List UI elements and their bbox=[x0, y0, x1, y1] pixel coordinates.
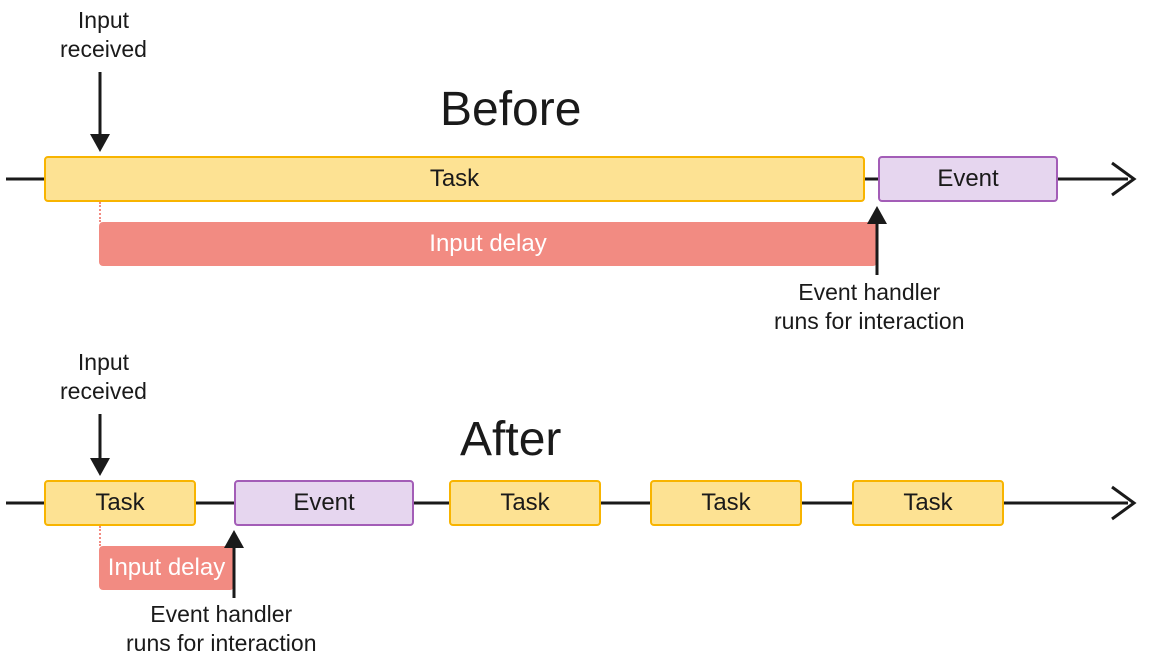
before-task-label: Task bbox=[430, 165, 479, 193]
after-task-box-3: Task bbox=[650, 480, 802, 526]
before-dotted-connector bbox=[99, 202, 101, 222]
after-input-received-label: Input received bbox=[60, 348, 147, 406]
diagram: { "before": { "title": "Before", "input_… bbox=[0, 0, 1155, 647]
after-task-label-3: Task bbox=[701, 489, 750, 517]
before-event-box: Event bbox=[878, 156, 1058, 202]
after-task-label-1: Task bbox=[95, 489, 144, 517]
before-event-label: Event bbox=[937, 165, 998, 193]
after-input-delay-box: Input delay bbox=[99, 546, 234, 590]
after-task-box-4: Task bbox=[852, 480, 1004, 526]
before-handler-caption: Event handler runs for interaction bbox=[774, 278, 964, 336]
after-event-label: Event bbox=[293, 489, 354, 517]
after-event-box: Event bbox=[234, 480, 414, 526]
before-input-received-label: Input received bbox=[60, 6, 147, 64]
after-dotted-connector bbox=[99, 526, 101, 546]
after-task-label-4: Task bbox=[903, 489, 952, 517]
after-task-box-2: Task bbox=[449, 480, 601, 526]
before-input-arrow-icon bbox=[90, 72, 110, 152]
after-title: After bbox=[460, 410, 561, 470]
after-input-delay-label: Input delay bbox=[108, 554, 225, 582]
after-task-box-1: Task bbox=[44, 480, 196, 526]
after-input-arrow-icon bbox=[90, 414, 110, 476]
before-input-delay-box: Input delay bbox=[99, 222, 877, 266]
before-input-delay-label: Input delay bbox=[429, 230, 546, 258]
after-handler-caption: Event handler runs for interaction bbox=[126, 600, 316, 658]
before-title: Before bbox=[440, 80, 581, 140]
after-task-label-2: Task bbox=[500, 489, 549, 517]
before-task-box: Task bbox=[44, 156, 865, 202]
